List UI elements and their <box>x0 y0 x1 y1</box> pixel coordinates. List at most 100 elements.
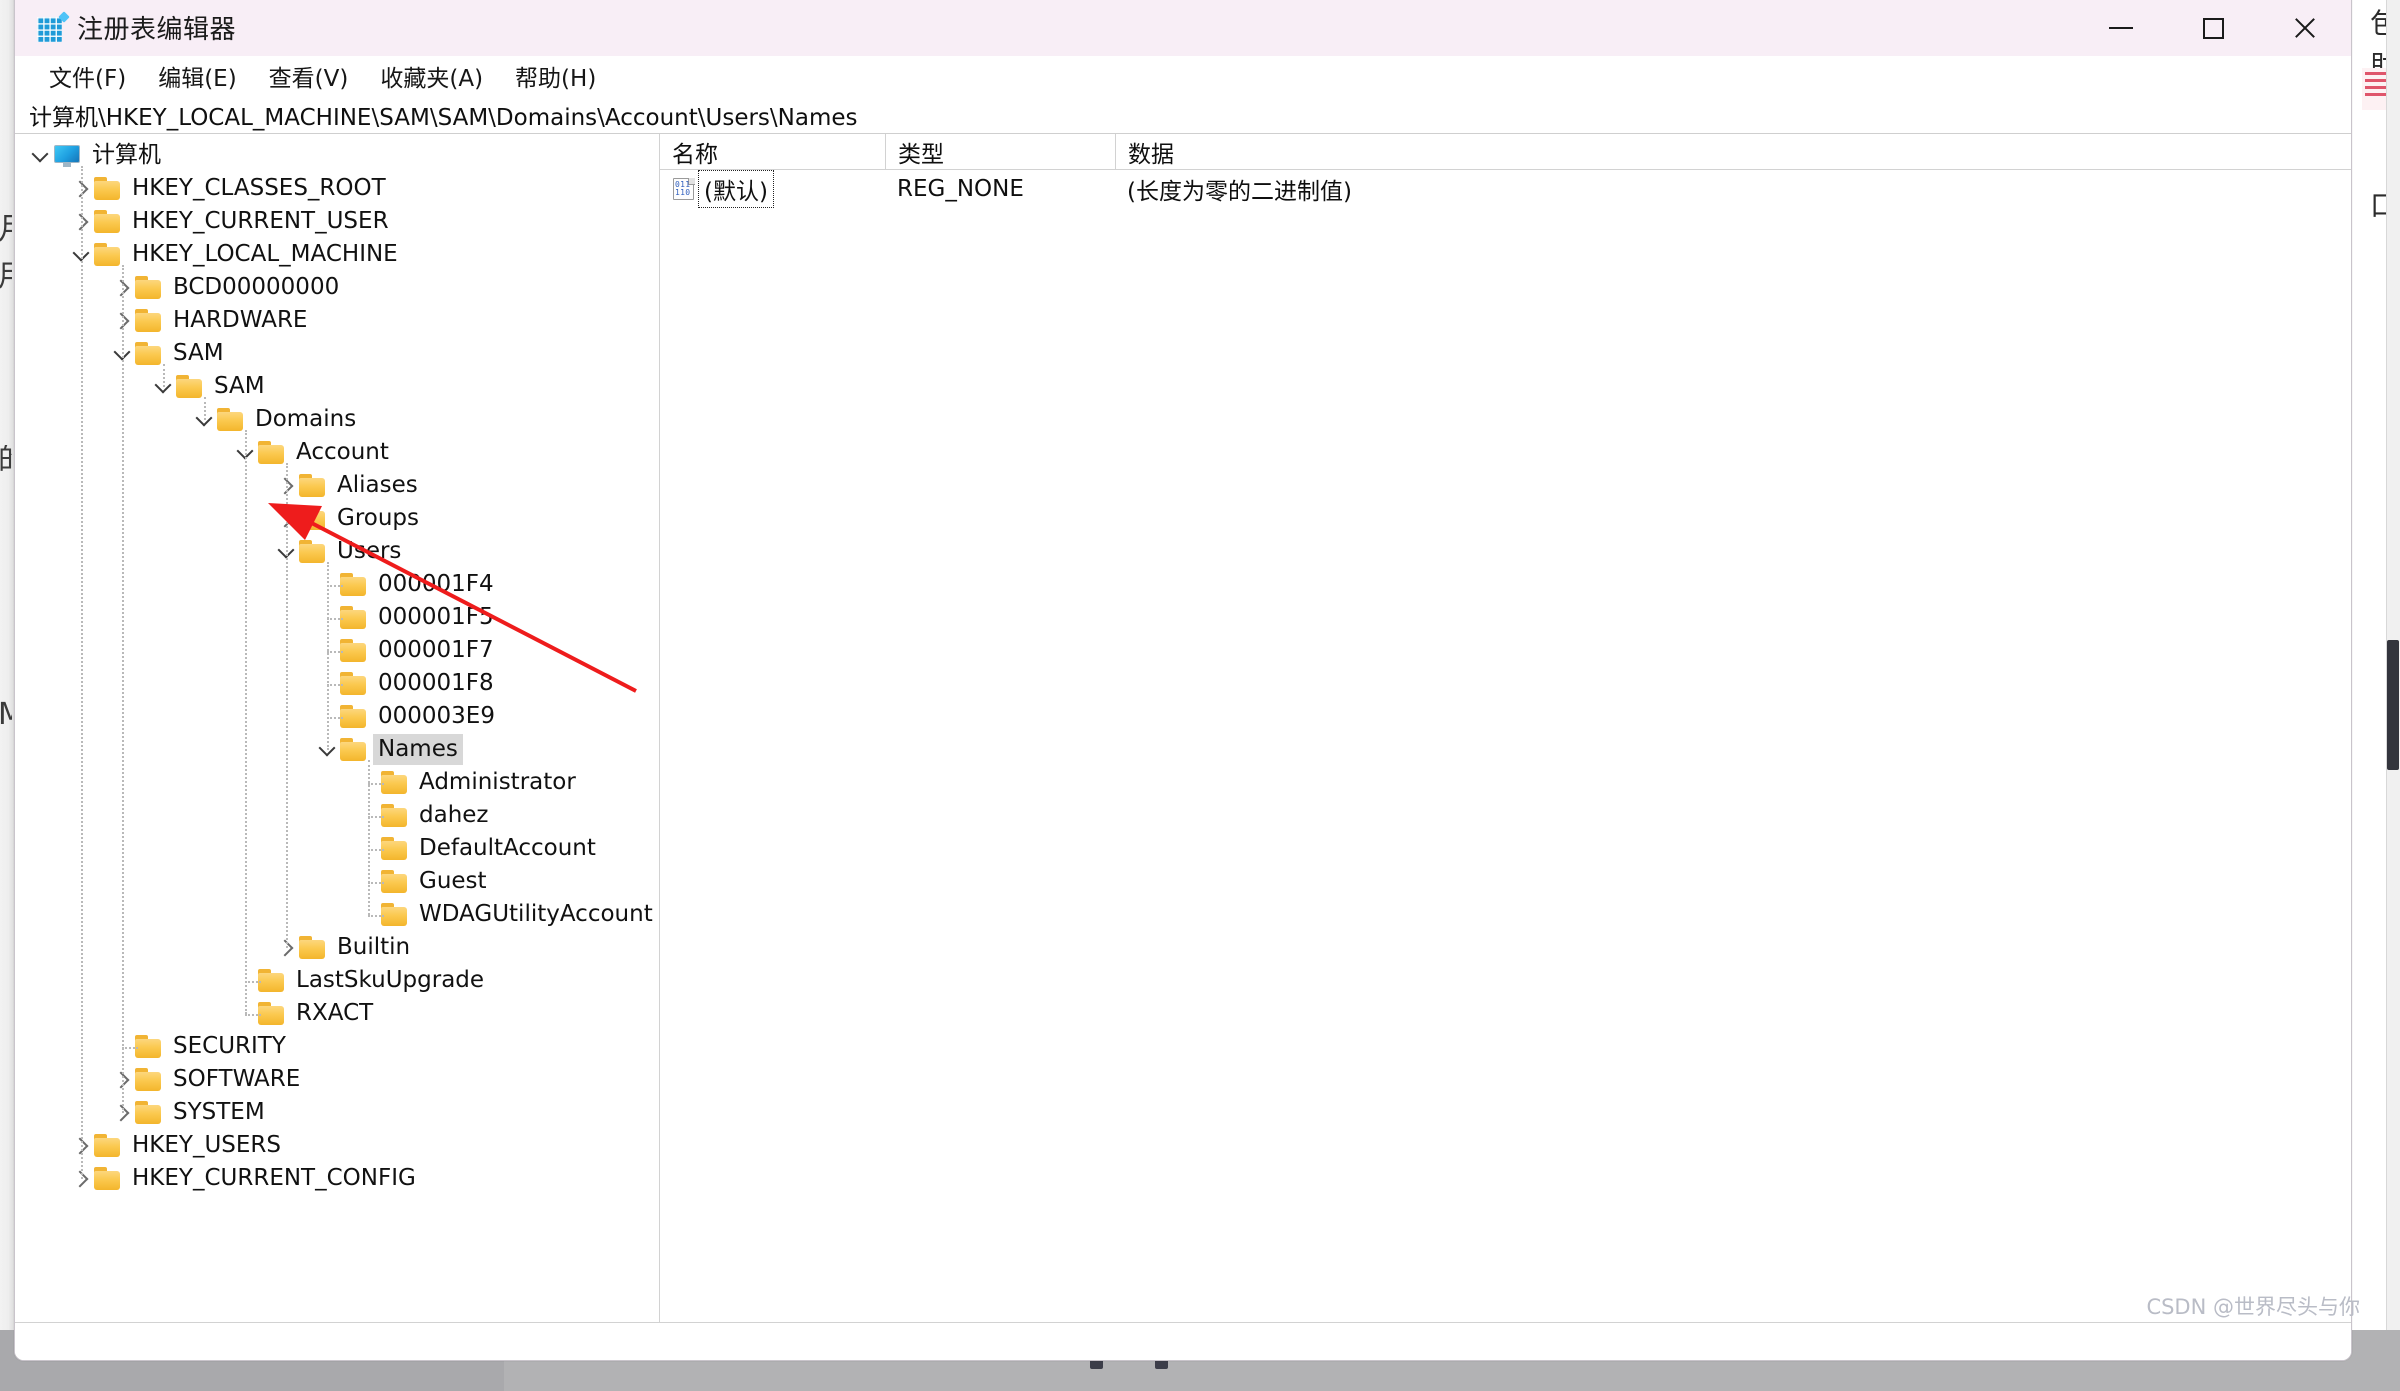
tree-item-label: SOFTWARE <box>173 1065 301 1092</box>
tree-item-hkey-current-user[interactable]: HKEY_CURRENT_USER <box>15 205 659 238</box>
tree-item-label: 000001F8 <box>378 669 494 696</box>
tree-connector-vertical <box>122 264 124 1113</box>
tree-connector-vertical <box>286 462 288 948</box>
tree-item-names[interactable]: Names <box>15 733 659 766</box>
address-path-text: 计算机\HKEY_LOCAL_MACHINE\SAM\SAM\Domains\A… <box>29 104 858 131</box>
table-row[interactable]: 011 110 (默认) REG_NONE (长度为零的二进制值) <box>660 170 2351 208</box>
tree-item-hkey-classes-root[interactable]: HKEY_CLASSES_ROOT <box>15 172 659 205</box>
tree-item-rxact[interactable]: RXACT <box>15 997 659 1030</box>
folder-icon <box>176 374 206 399</box>
binary-value-icon: 011 110 <box>672 176 696 202</box>
tree-item-security[interactable]: SECURITY <box>15 1030 659 1063</box>
background-left-strip: 月 用 的 M <box>0 0 14 1330</box>
folder-icon <box>135 1034 165 1059</box>
background-scrollbar-thumb[interactable] <box>2387 640 2399 770</box>
tree-item-sam[interactable]: SAM <box>15 337 659 370</box>
registry-tree: 计算机 HKEY_CLASSES_ROOT HKEY_CURRENT_USER HKE… <box>15 134 659 1195</box>
folder-icon <box>135 275 165 300</box>
tree-connector-horizontal <box>327 617 343 620</box>
tree-item-bcd00000000[interactable]: BCD00000000 <box>15 271 659 304</box>
folder-icon <box>299 506 329 531</box>
column-header-name[interactable]: 名称 <box>660 134 885 170</box>
tree-item-wdagutilityaccount[interactable]: WDAGUtilityAccount <box>15 898 659 931</box>
minimize-button[interactable] <box>2075 0 2167 56</box>
tree-connector-horizontal <box>122 1046 138 1049</box>
tree-item--[interactable]: 计算机 <box>15 139 659 172</box>
tree-item-hardware[interactable]: HARDWARE <box>15 304 659 337</box>
folder-icon <box>381 836 411 861</box>
background-left-char-4: M <box>0 700 12 730</box>
window-controls <box>2075 0 2351 56</box>
tree-item-label: BCD00000000 <box>173 273 340 300</box>
column-header-type[interactable]: 类型 <box>885 134 1115 170</box>
values-list-rows: 011 110 (默认) REG_NONE (长度为零的二进制值) <box>660 170 2351 208</box>
tree-item-groups[interactable]: Groups <box>15 502 659 535</box>
menu-help[interactable]: 帮助(H) <box>499 57 612 95</box>
tree-item-defaultaccount[interactable]: DefaultAccount <box>15 832 659 865</box>
tree-item-label: HKEY_CURRENT_USER <box>132 207 389 234</box>
maximize-button[interactable] <box>2167 0 2259 56</box>
value-data-cell: (长度为零的二进制值) <box>1127 179 1352 205</box>
tree-item-administrator[interactable]: Administrator <box>15 766 659 799</box>
tree-item-dahez[interactable]: dahez <box>15 799 659 832</box>
tree-item-software[interactable]: SOFTWARE <box>15 1063 659 1096</box>
registry-editor-icon <box>37 10 70 42</box>
folder-icon <box>135 308 165 333</box>
tree-item-label: HKEY_USERS <box>132 1131 282 1158</box>
registry-values-pane[interactable]: 名称 类型 数据 011 110 (默认) REG_NONE (长度为零的二进制值… <box>660 134 2351 1360</box>
tree-connector-horizontal <box>327 683 343 686</box>
tree-item-sam[interactable]: SAM <box>15 370 659 403</box>
tree-item-label: SAM <box>214 372 265 399</box>
tree-item-system[interactable]: SYSTEM <box>15 1096 659 1129</box>
tree-item-lastskuupgrade[interactable]: LastSkuUpgrade <box>15 964 659 997</box>
tree-item-label: WDAGUtilityAccount <box>419 900 653 927</box>
tree-item-hkey-local-machine[interactable]: HKEY_LOCAL_MACHINE <box>15 238 659 271</box>
address-bar[interactable]: 计算机\HKEY_LOCAL_MACHINE\SAM\SAM\Domains\A… <box>15 96 2351 134</box>
menu-file[interactable]: 文件(F) <box>33 57 142 95</box>
chevron-down-icon[interactable] <box>27 143 53 169</box>
tree-connector-vertical <box>204 396 206 420</box>
column-header-data[interactable]: 数据 <box>1115 134 2115 170</box>
window-titlebar[interactable]: 注册表编辑器 <box>15 0 2351 56</box>
tree-item-account[interactable]: Account <box>15 436 659 469</box>
folder-icon <box>258 1001 288 1026</box>
tree-item-aliases[interactable]: Aliases <box>15 469 659 502</box>
folder-icon <box>340 605 370 630</box>
tree-item-domains[interactable]: Domains <box>15 403 659 436</box>
close-button[interactable] <box>2259 0 2351 56</box>
menu-view[interactable]: 查看(V) <box>253 57 365 95</box>
folder-icon <box>258 968 288 993</box>
registry-tree-pane[interactable]: 计算机 HKEY_CLASSES_ROOT HKEY_CURRENT_USER HKE… <box>15 134 660 1360</box>
folder-icon <box>135 1100 165 1125</box>
tree-connector-horizontal <box>368 815 384 818</box>
tree-item-label: dahez <box>419 801 489 828</box>
tree-item-label: DefaultAccount <box>419 834 596 861</box>
tree-item-label: RXACT <box>296 999 374 1026</box>
tree-item-label: HKEY_CLASSES_ROOT <box>132 174 386 201</box>
folder-icon <box>381 770 411 795</box>
tree-item-hkey-current-config[interactable]: HKEY_CURRENT_CONFIG <box>15 1162 659 1195</box>
folder-icon <box>340 572 370 597</box>
tree-item-label: Users <box>337 537 402 564</box>
tree-item-label: Guest <box>419 867 487 894</box>
tree-connector-horizontal <box>245 1013 261 1016</box>
value-type-cell: REG_NONE <box>897 176 1024 202</box>
folder-icon <box>381 902 411 927</box>
tree-connector-vertical <box>81 165 83 1179</box>
window-content: 计算机 HKEY_CLASSES_ROOT HKEY_CURRENT_USER HKE… <box>15 134 2351 1360</box>
background-left-char-2: 用 <box>0 262 12 292</box>
registry-editor-window: 注册表编辑器 文件(F) 编辑(E) 查看(V) 收藏夹(A) 帮助(H) 计算… <box>14 0 2352 1361</box>
value-name-cell[interactable]: 011 110 (默认) <box>660 170 897 208</box>
tree-item-hkey-users[interactable]: HKEY_USERS <box>15 1129 659 1162</box>
tree-item-label: 000001F7 <box>378 636 494 663</box>
background-scrollbar-track[interactable] <box>2386 0 2400 1330</box>
close-icon <box>2292 15 2318 41</box>
menu-favorites[interactable]: 收藏夹(A) <box>364 57 499 95</box>
tree-item-label: Domains <box>255 405 357 432</box>
tree-item-builtin[interactable]: Builtin <box>15 931 659 964</box>
menu-edit[interactable]: 编辑(E) <box>142 57 252 95</box>
tree-item-users[interactable]: Users <box>15 535 659 568</box>
folder-icon <box>340 737 370 762</box>
tree-item-guest[interactable]: Guest <box>15 865 659 898</box>
csdn-watermark: CSDN @世界尽头与你 <box>2146 1295 2360 1319</box>
